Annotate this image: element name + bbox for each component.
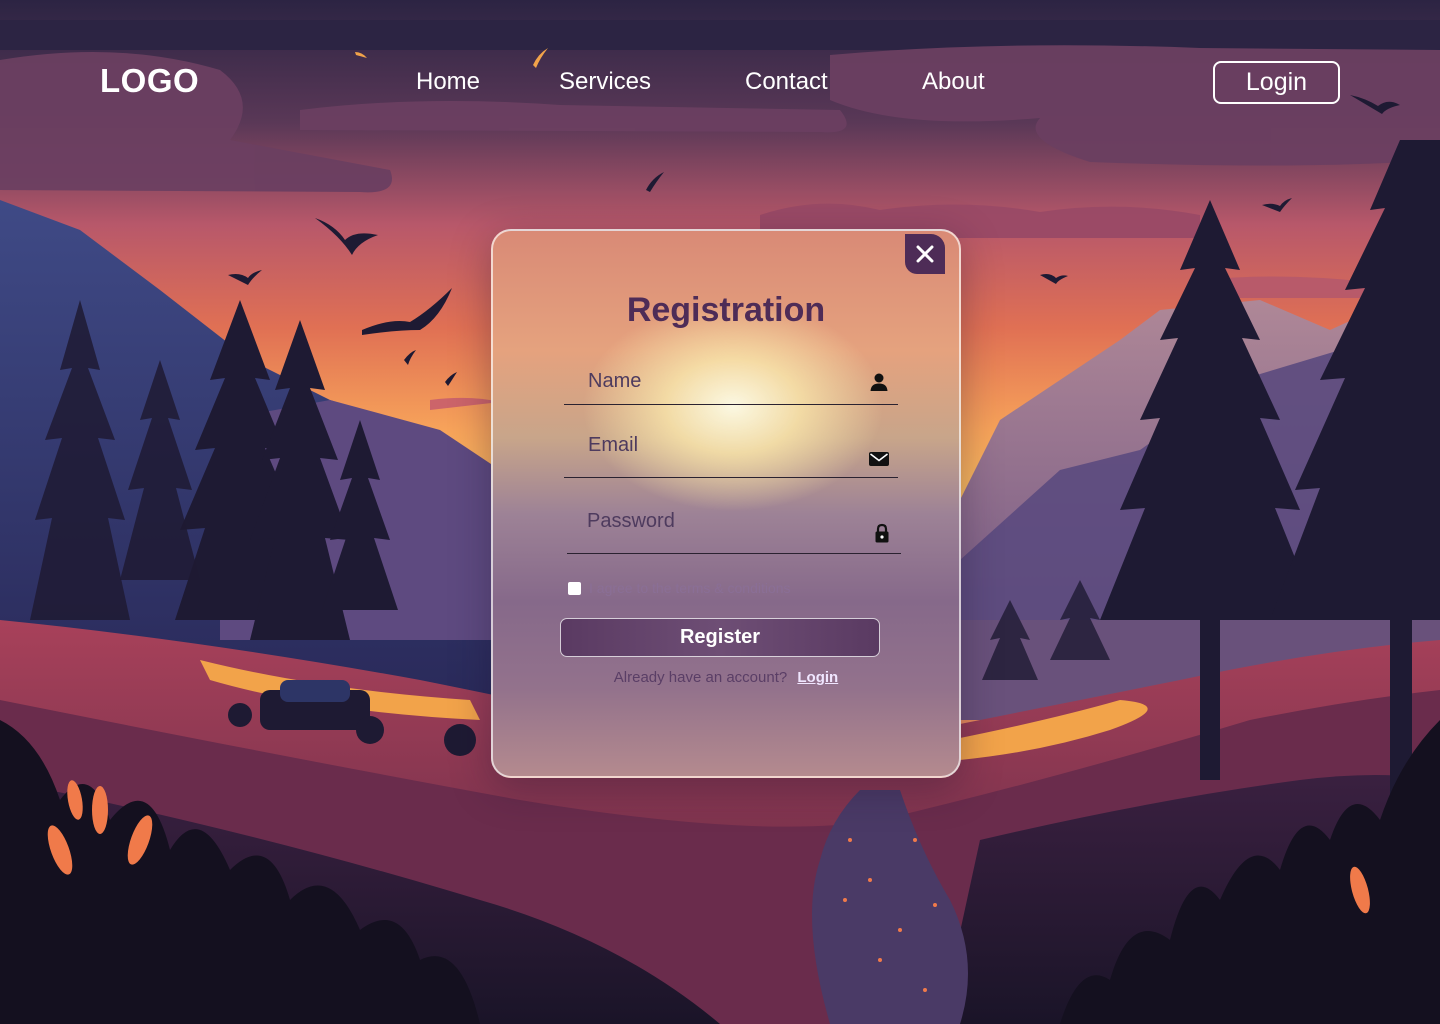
nav-link-services[interactable]: Services: [559, 68, 651, 96]
email-field: [564, 432, 898, 478]
nav-login-button[interactable]: Login: [1213, 61, 1340, 104]
nav-link-about[interactable]: About: [922, 68, 985, 96]
user-icon: [870, 373, 888, 391]
registration-modal: Registration I agree to the terms & cond…: [491, 229, 961, 778]
already-have-account: Already have an account? Login: [493, 669, 959, 686]
logo[interactable]: LOGO: [100, 62, 199, 100]
top-navigation: LOGO Home Services Contact About Login: [0, 0, 1440, 165]
email-input[interactable]: [564, 432, 898, 477]
modal-title: Registration: [626, 291, 826, 329]
name-input[interactable]: [564, 359, 898, 404]
password-input[interactable]: [567, 508, 901, 553]
terms-row: I agree to the terms & conditions: [568, 580, 791, 596]
lock-icon: [875, 523, 889, 543]
envelope-icon: [869, 452, 889, 466]
already-text: Already have an account?: [613, 669, 788, 686]
login-link[interactable]: Login: [797, 669, 838, 686]
close-button[interactable]: [905, 234, 945, 274]
terms-label: I agree to the terms & conditions: [589, 580, 791, 596]
close-icon: [916, 245, 934, 263]
terms-checkbox[interactable]: [568, 581, 581, 595]
nav-link-contact[interactable]: Contact: [745, 68, 828, 96]
register-button[interactable]: Register: [560, 618, 880, 657]
nav-link-home[interactable]: Home: [416, 68, 480, 96]
name-field: [564, 359, 898, 405]
password-field: [567, 508, 901, 554]
